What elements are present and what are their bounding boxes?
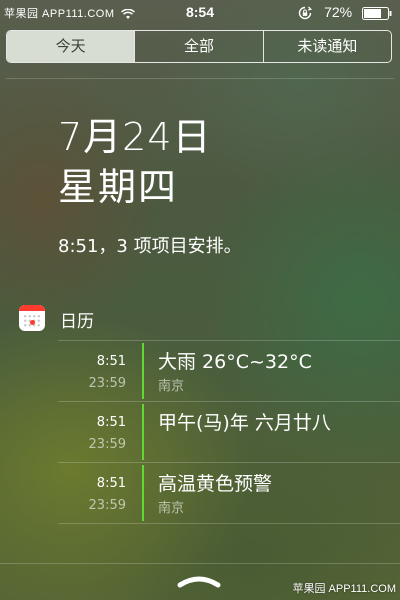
tab-today[interactable]: 今天 (7, 31, 135, 62)
header-divider (6, 78, 394, 79)
status-right: 72% (298, 4, 392, 20)
battery-icon (362, 6, 392, 20)
calendar-event[interactable]: 8:51 23:59 大雨 26°C~32°C 南京 (58, 340, 400, 401)
event-location: 南京 (158, 501, 185, 516)
event-end-time: 23:59 (88, 437, 126, 452)
tab-all[interactable]: 全部 (134, 31, 262, 62)
event-title: 大雨 26°C~32°C (158, 351, 312, 373)
status-bar: 苹果园 APP111.COM 8:54 72% (0, 0, 400, 26)
event-color-bar (142, 465, 144, 521)
rotation-lock-icon (299, 6, 313, 20)
event-end-time: 23:59 (88, 376, 126, 391)
today-weekday: 星期四 (58, 165, 179, 209)
event-start-time: 8:51 (96, 354, 126, 369)
event-location: 南京 (158, 379, 185, 394)
event-color-bar (142, 404, 144, 460)
calendar-icon (19, 305, 45, 331)
event-start-time: 8:51 (96, 476, 126, 491)
battery-percent: 72% (324, 4, 353, 20)
notification-tabs: 今天 全部 未读通知 (6, 30, 392, 63)
event-start-time: 8:51 (96, 415, 126, 430)
today-summary: 8:51，3 项项目安排。 (58, 236, 242, 257)
event-title: 高温黄色预警 (158, 473, 273, 495)
event-end-time: 23:59 (88, 498, 126, 513)
calendar-section-title: 日历 (60, 312, 94, 332)
event-color-bar (142, 343, 144, 399)
calendar-event-list: 8:51 23:59 大雨 26°C~32°C 南京 8:51 23:59 甲午… (58, 340, 400, 524)
calendar-event[interactable]: 8:51 23:59 高温黄色预警 南京 (58, 462, 400, 524)
grabber-handle-icon[interactable] (176, 574, 222, 588)
event-title: 甲午(马)年 六月廿八 (158, 412, 331, 434)
tab-missed[interactable]: 未读通知 (262, 31, 391, 62)
calendar-event[interactable]: 8:51 23:59 甲午(马)年 六月廿八 (58, 401, 400, 462)
watermark-text: 苹果园 APP111.COM (292, 583, 396, 595)
bottom-divider (0, 563, 400, 564)
today-date: 7月24日 (58, 115, 212, 159)
